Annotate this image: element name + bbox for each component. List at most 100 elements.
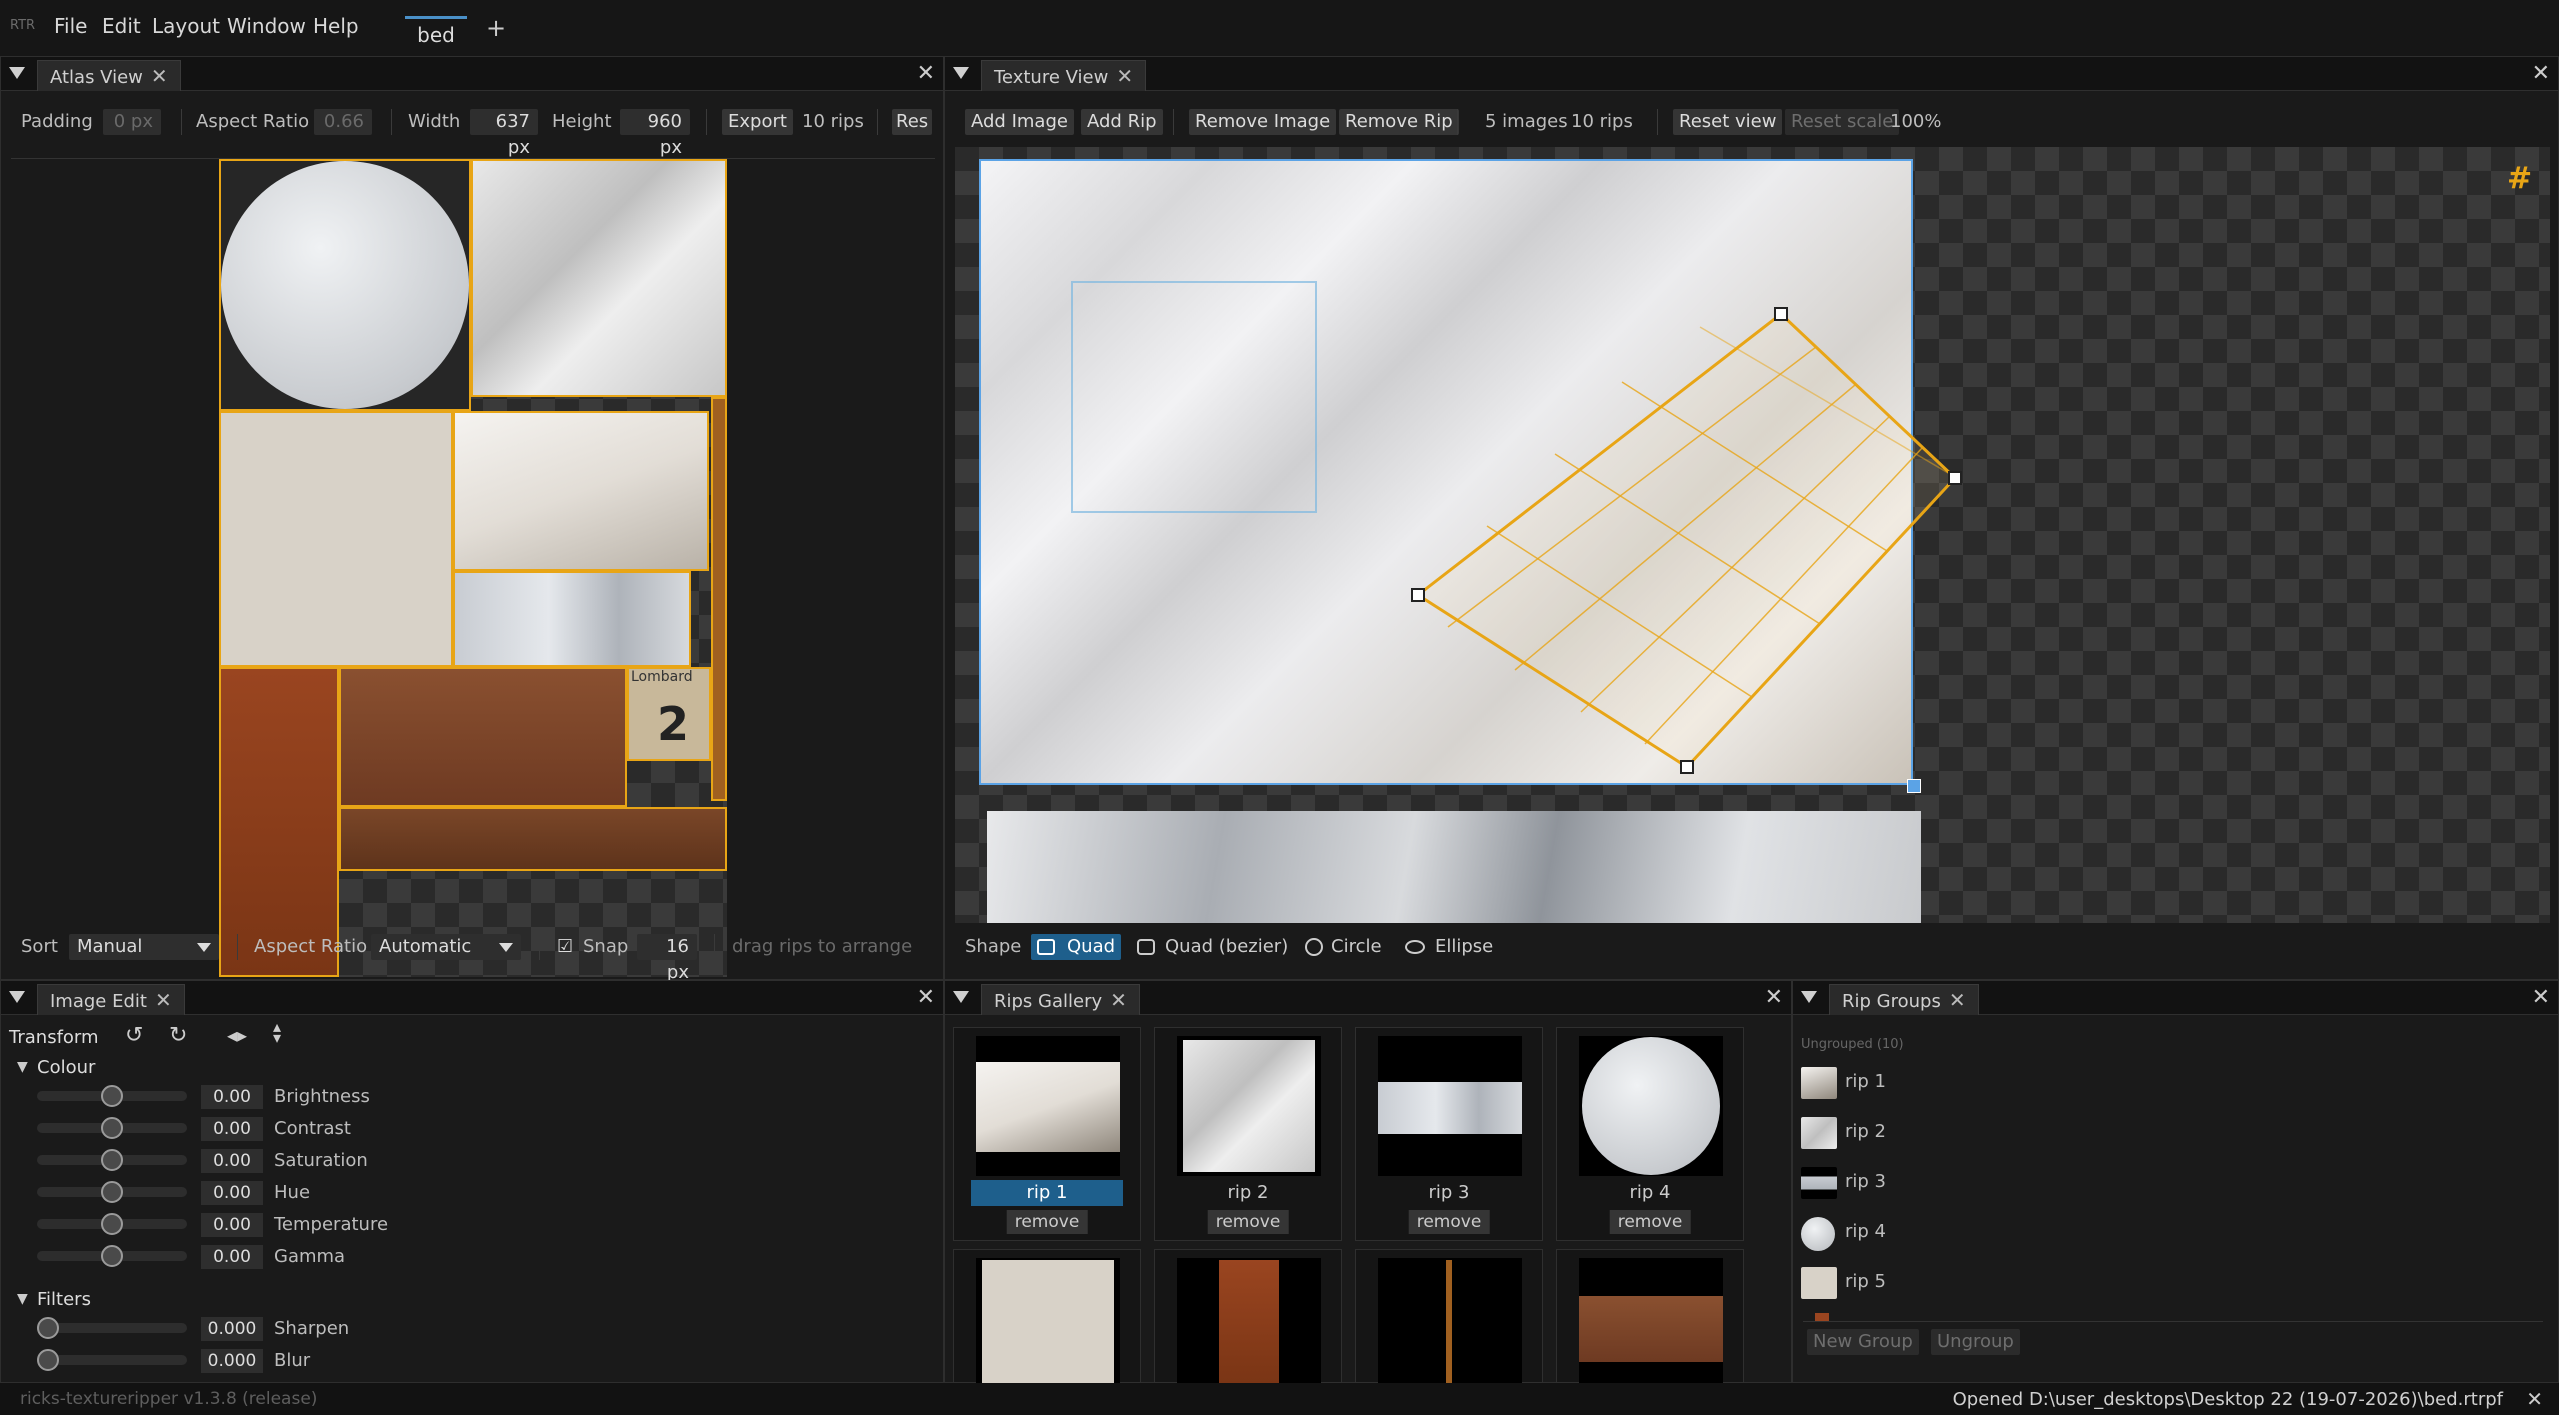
close-tab-icon[interactable]: ✕ xyxy=(155,988,172,1012)
brightness-slider[interactable] xyxy=(37,1085,187,1107)
atlas-rip-wood1[interactable] xyxy=(339,667,627,807)
saturation-value[interactable]: 0.00 xyxy=(201,1149,263,1173)
close-tab-icon[interactable]: ✕ xyxy=(1116,64,1133,88)
padding-field[interactable]: 0 px xyxy=(103,109,161,135)
atlas-rip-pillow[interactable] xyxy=(453,411,709,571)
remove-rip-button[interactable]: remove xyxy=(1408,1210,1490,1234)
tab-rip-groups[interactable]: Rip Groups ✕ xyxy=(1829,984,1979,1015)
close-panel-icon[interactable]: ✕ xyxy=(1765,985,1783,1010)
export-button[interactable]: Export xyxy=(722,109,793,135)
gamma-slider[interactable] xyxy=(37,1245,187,1267)
colour-collapse-icon[interactable]: ▼ xyxy=(17,1059,28,1075)
shape-ellipse-option[interactable]: Ellipse xyxy=(1405,934,1505,960)
snap-field[interactable]: 16 px xyxy=(637,934,697,983)
gamma-value[interactable]: 0.00 xyxy=(201,1245,263,1269)
slider-knob[interactable] xyxy=(101,1085,123,1107)
rip-thumbnail[interactable] xyxy=(1177,1258,1321,1384)
texture-canvas[interactable]: # xyxy=(955,147,2550,923)
add-rip-button[interactable]: Add Rip xyxy=(1081,109,1163,135)
blur-value[interactable]: 0.000 xyxy=(201,1349,263,1373)
tab-image-edit[interactable]: Image Edit ✕ xyxy=(37,984,185,1015)
slider-knob[interactable] xyxy=(101,1117,123,1139)
close-panel-icon[interactable]: ✕ xyxy=(917,985,935,1010)
blur-slider[interactable] xyxy=(37,1349,187,1371)
remove-rip-button[interactable]: Remove Rip xyxy=(1339,109,1459,135)
filters-section-label[interactable]: Filters xyxy=(37,1289,91,1310)
close-panel-icon[interactable]: ✕ xyxy=(2532,985,2550,1010)
menu-layout[interactable]: Layout xyxy=(152,14,220,38)
aspect-ratio-select[interactable]: Automatic xyxy=(371,934,521,960)
rotate-left-icon[interactable]: ↺ xyxy=(125,1023,143,1048)
width-field[interactable]: 637 px xyxy=(470,109,538,158)
remove-image-button[interactable]: Remove Image xyxy=(1189,109,1337,135)
new-group-button[interactable]: New Group xyxy=(1807,1329,1919,1355)
ungroup-button[interactable]: Ungroup xyxy=(1931,1329,2020,1355)
shape-quad-option[interactable]: Quad xyxy=(1031,934,1121,960)
rip-thumbnail[interactable] xyxy=(1378,1036,1522,1176)
group-item[interactable]: rip 2 xyxy=(1801,1113,2101,1153)
atlas-rip-sign[interactable]: Lombard 2 xyxy=(627,667,711,761)
close-panel-icon[interactable]: ✕ xyxy=(917,61,935,86)
rip-name[interactable]: rip 3 xyxy=(1356,1180,1542,1206)
atlas-rip-circle[interactable] xyxy=(219,159,471,411)
flip-horizontal-icon[interactable]: ◂▸ xyxy=(227,1023,247,1047)
contrast-slider[interactable] xyxy=(37,1117,187,1139)
rip-card[interactable]: rip 3 remove xyxy=(1355,1027,1543,1241)
rip-card[interactable]: rip 2 remove xyxy=(1154,1027,1342,1241)
add-image-button[interactable]: Add Image xyxy=(965,109,1074,135)
filters-collapse-icon[interactable]: ▼ xyxy=(17,1291,28,1307)
reset-button[interactable]: Res xyxy=(892,109,932,135)
hue-value[interactable]: 0.00 xyxy=(201,1181,263,1205)
remove-rip-button[interactable]: remove xyxy=(1207,1210,1289,1234)
sort-select[interactable]: Manual xyxy=(69,934,219,960)
rip-card[interactable] xyxy=(953,1249,1141,1384)
shape-circle-option[interactable]: Circle xyxy=(1305,934,1395,960)
slider-knob[interactable] xyxy=(101,1149,123,1171)
atlas-rip-fabric[interactable] xyxy=(453,571,691,667)
close-panel-icon[interactable]: ✕ xyxy=(2532,61,2550,86)
saturation-slider[interactable] xyxy=(37,1149,187,1171)
group-item[interactable]: rip 4 xyxy=(1801,1213,2101,1253)
remove-rip-button[interactable]: remove xyxy=(1006,1210,1088,1234)
shape-quad-bezier-option[interactable]: Quad (bezier) xyxy=(1137,934,1297,960)
tab-texture-view[interactable]: Texture View ✕ xyxy=(981,60,1147,91)
menu-edit[interactable]: Edit xyxy=(102,14,141,38)
quad-rip-overlay[interactable] xyxy=(955,147,2550,923)
snap-checkbox[interactable]: ☑ xyxy=(557,937,577,957)
group-item[interactable]: rip 3 xyxy=(1801,1163,2101,1203)
slider-knob[interactable] xyxy=(101,1245,123,1267)
rip-card[interactable]: rip 4 remove xyxy=(1556,1027,1744,1241)
temperature-slider[interactable] xyxy=(37,1213,187,1235)
collapse-triangle-icon[interactable] xyxy=(9,991,25,1003)
height-field[interactable]: 960 px xyxy=(620,109,690,158)
rip-card[interactable] xyxy=(1355,1249,1543,1384)
atlas-canvas[interactable]: Lombard 2 xyxy=(219,159,727,977)
tab-rips-gallery[interactable]: Rips Gallery ✕ xyxy=(981,984,1140,1015)
rip-card[interactable]: rip 1 remove xyxy=(953,1027,1141,1241)
rip-thumbnail[interactable] xyxy=(1579,1036,1723,1176)
aspect-ratio-field[interactable]: 0.66 xyxy=(314,109,372,135)
rip-thumbnail[interactable] xyxy=(1378,1258,1522,1384)
flip-vertical-icon[interactable]: ▴ ▾ xyxy=(273,1019,281,1046)
rip-name[interactable]: rip 2 xyxy=(1155,1180,1341,1206)
sharpen-slider[interactable] xyxy=(37,1317,187,1339)
collapse-triangle-icon[interactable] xyxy=(953,67,969,79)
group-item[interactable]: rip 1 xyxy=(1801,1063,2101,1103)
dismiss-status-icon[interactable]: ✕ xyxy=(2526,1387,2543,1411)
add-tab-icon[interactable]: + xyxy=(486,14,506,42)
rip-card[interactable] xyxy=(1154,1249,1342,1384)
rip-name[interactable]: rip 1 xyxy=(971,1180,1123,1206)
rip-thumbnail[interactable] xyxy=(976,1258,1120,1384)
menu-file[interactable]: File xyxy=(54,14,87,38)
collapse-triangle-icon[interactable] xyxy=(953,991,969,1003)
sharpen-value[interactable]: 0.000 xyxy=(201,1317,263,1341)
rip-name[interactable]: rip 4 xyxy=(1557,1180,1743,1206)
atlas-rip-strip[interactable] xyxy=(711,397,727,801)
contrast-value[interactable]: 0.00 xyxy=(201,1117,263,1141)
slider-knob[interactable] xyxy=(101,1181,123,1203)
rip-thumbnail[interactable] xyxy=(1579,1258,1723,1384)
close-tab-icon[interactable]: ✕ xyxy=(1110,988,1127,1012)
colour-section-label[interactable]: Colour xyxy=(37,1057,95,1078)
temperature-value[interactable]: 0.00 xyxy=(201,1213,263,1237)
rotate-right-icon[interactable]: ↻ xyxy=(169,1023,187,1048)
